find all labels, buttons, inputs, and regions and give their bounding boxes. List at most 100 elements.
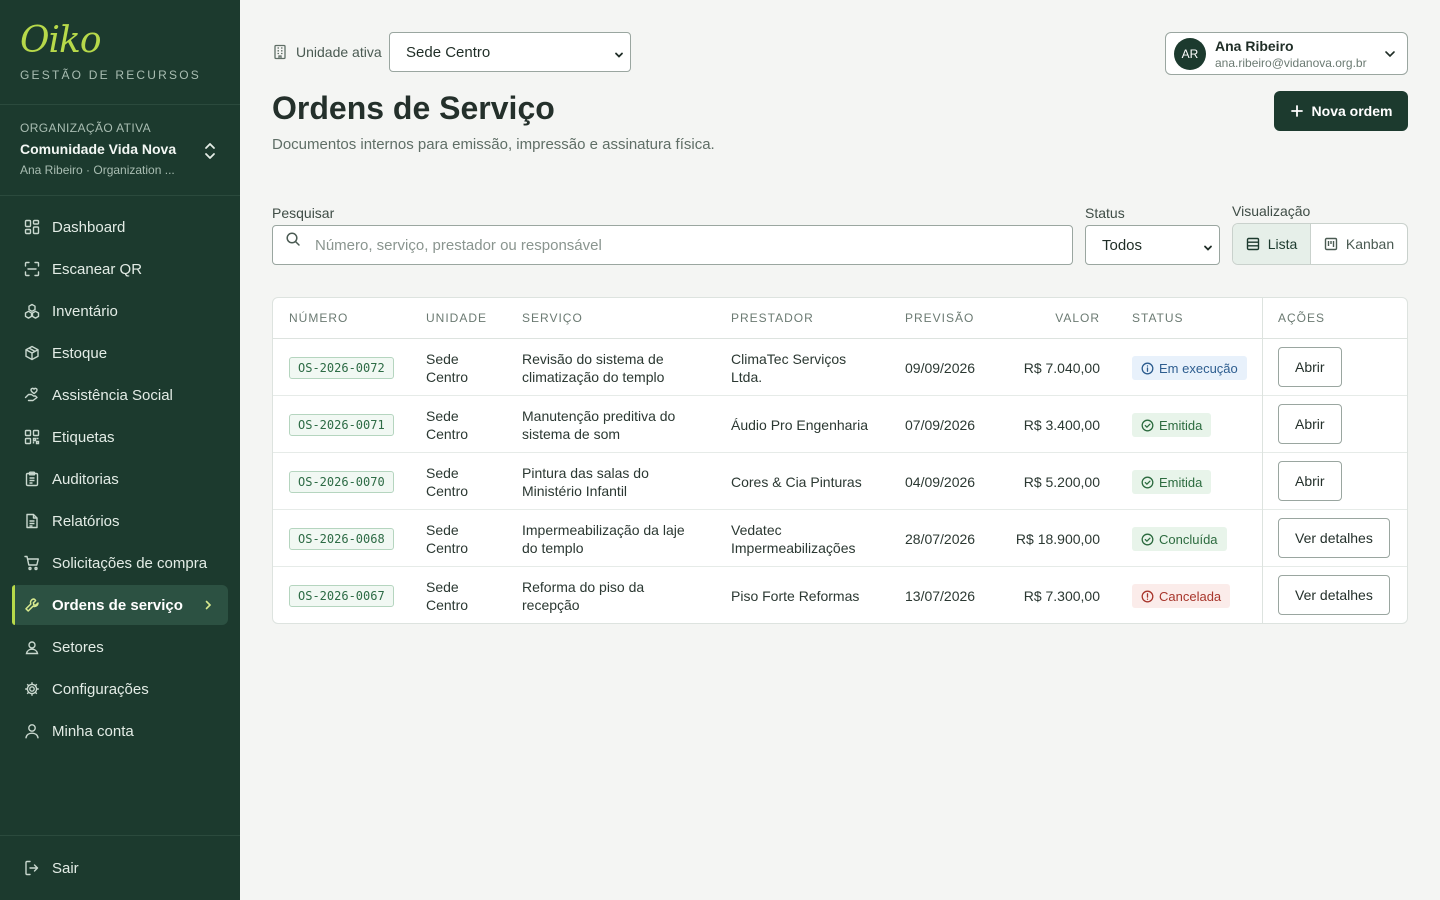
sidebar-item-label: Dashboard [52,218,126,236]
status-badge: Cancelada [1132,584,1231,608]
new-order-button[interactable]: Nova ordem [1274,91,1408,131]
sidebar-item-estoque[interactable]: Estoque [12,333,228,373]
order-service: Pintura das salas do Ministério Infantil [522,465,649,499]
sidebar-item-label: Estoque [52,344,108,362]
order-provider: Cores & Cia Pinturas [731,474,862,490]
status-text: Concluída [1159,531,1218,547]
order-number[interactable]: OS-2026-0072 [289,357,394,379]
table-row[interactable]: OS-2026-0067 Sede Centro Reforma do piso… [273,567,1407,623]
open-button[interactable]: Abrir [1278,347,1342,387]
column-header-acoes: AÇÕES [1278,311,1326,325]
org-switcher[interactable]: ORGANIZAÇÃO ATIVA Comunidade Vida Nova A… [20,121,220,177]
table-row[interactable]: OS-2026-0068 Sede Centro Impermeabilizaç… [273,510,1407,567]
column-header-numero[interactable]: NÚMERO [289,311,348,325]
qr-code-icon [24,429,40,445]
divider [0,104,240,105]
order-number[interactable]: OS-2026-0067 [289,585,394,607]
table-row[interactable]: OS-2026-0070 Sede Centro Pintura das sal… [273,453,1407,510]
list-icon [1246,237,1260,251]
status-text: Emitida [1159,417,1203,433]
sidebar-item-minha-conta[interactable]: Minha conta [12,711,228,751]
contact-icon [24,639,40,655]
open-button[interactable]: Abrir [1278,404,1342,444]
check-circle-icon [1141,419,1154,432]
sidebar-item-assistencia-social[interactable]: Assistência Social [12,375,228,415]
new-order-label: Nova ordem [1311,103,1393,119]
unit-select[interactable]: Sede Centro [389,32,631,72]
sidebar-nav: Dashboard Escanear QR Inventário Estoque… [12,207,228,753]
sidebar-item-ordens-de-servico[interactable]: Ordens de serviço [12,585,228,625]
status-badge: Emitida [1132,413,1212,437]
chevron-down-icon [614,47,624,64]
sidebar-item-solicitacoes-de-compra[interactable]: Solicitações de compra [12,543,228,583]
order-due-date: 09/09/2026 [905,360,976,376]
building-icon [272,44,288,60]
logo[interactable]: Oiko [20,22,201,60]
sidebar-item-dashboard[interactable]: Dashboard [12,207,228,247]
divider [0,835,240,836]
sidebar-item-scan-qr[interactable]: Escanear QR [12,249,228,289]
order-number[interactable]: OS-2026-0071 [289,414,394,436]
order-number[interactable]: OS-2026-0070 [289,471,394,493]
order-value: R$ 7.040,00 [1023,360,1100,376]
order-value: R$ 5.200,00 [1023,474,1100,490]
order-provider: Áudio Pro Engenharia [731,417,868,433]
sidebar-item-relatorios[interactable]: Relatórios [12,501,228,541]
alert-circle-icon [1141,590,1154,603]
logout-icon [24,860,40,876]
page-title: Ordens de Serviço [272,90,555,126]
order-due-date: 07/09/2026 [905,417,976,433]
brand-subtitle: GESTÃO DE RECURSOS [20,68,201,82]
sidebar-item-inventario[interactable]: Inventário [12,291,228,331]
sidebar-item-configuracoes[interactable]: Configurações [12,669,228,709]
sidebar-item-etiquetas[interactable]: Etiquetas [12,417,228,457]
status-select-value: Todos [1102,236,1143,254]
search-field[interactable] [272,225,1073,265]
logout-button[interactable]: Sair [12,848,228,888]
sidebar-item-label: Setores [52,638,104,656]
sidebar-item-label: Configurações [52,680,149,698]
view-list-button[interactable]: Lista [1233,224,1311,264]
user-icon [24,723,40,739]
status-badge: Em execução [1132,356,1247,380]
user-menu[interactable]: AR Ana Ribeiro ana.ribeiro@vidanova.org.… [1165,32,1408,75]
sidebar-item-label: Auditorias [52,470,119,488]
avatar: AR [1174,38,1206,70]
check-circle-icon [1141,533,1154,546]
order-number[interactable]: OS-2026-0068 [289,528,394,550]
logout-container: Sair [12,848,228,890]
chevrons-up-down-icon[interactable] [200,141,220,161]
column-header-servico[interactable]: SERVIÇO [522,311,583,325]
brand: Oiko GESTÃO DE RECURSOS [20,22,201,83]
clipboard-check-icon [24,471,40,487]
package-icon [24,345,40,361]
org-eyebrow: ORGANIZAÇÃO ATIVA [20,121,152,135]
sidebar-item-auditorias[interactable]: Auditorias [12,459,228,499]
actions-column-divider [1262,298,1263,623]
column-header-status[interactable]: STATUS [1132,311,1184,325]
column-header-unidade[interactable]: UNIDADE [426,311,487,325]
search-label: Pesquisar [272,205,335,221]
table-row[interactable]: OS-2026-0072 Sede Centro Revisão do sist… [273,339,1407,396]
column-header-valor[interactable]: VALOR [990,311,1100,325]
order-unit: Sede Centro [426,522,469,556]
order-service: Manutenção preditiva do sistema de som [522,408,676,442]
search-input[interactable] [315,226,1055,264]
plus-icon [1290,104,1304,118]
sidebar-item-setores[interactable]: Setores [12,627,228,667]
order-service: Reforma do piso da recepção [522,579,645,613]
status-badge: Emitida [1132,470,1212,494]
view-details-button[interactable]: Ver detalhes [1278,575,1390,615]
chevron-right-icon [200,597,216,617]
status-select[interactable]: Todos [1085,225,1220,265]
open-button[interactable]: Abrir [1278,461,1342,501]
table-row[interactable]: OS-2026-0071 Sede Centro Manutenção pred… [273,396,1407,453]
column-header-previsao[interactable]: PREVISÃO [905,311,974,325]
chevron-down-icon [1203,240,1213,257]
view-details-button[interactable]: Ver detalhes [1278,518,1390,558]
sidebar-item-label: Inventário [52,302,118,320]
column-header-prestador[interactable]: PRESTADOR [731,311,814,325]
scan-qr-icon [24,261,40,277]
order-due-date: 04/09/2026 [905,474,976,490]
view-kanban-button[interactable]: Kanban [1311,224,1407,264]
